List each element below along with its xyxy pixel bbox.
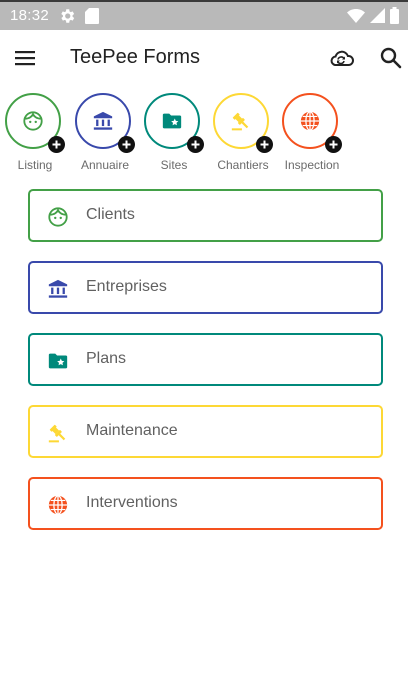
folder-star-icon	[162, 113, 182, 129]
status-bar: 18:32	[0, 0, 408, 30]
wifi-icon	[347, 8, 365, 23]
card-plans[interactable]: Plans	[28, 333, 383, 386]
add-chantiers-icon[interactable]	[256, 136, 273, 153]
bank-icon	[48, 279, 68, 298]
add-inspection-icon[interactable]	[325, 136, 342, 153]
globe-icon	[300, 111, 320, 131]
cloud-sync-icon[interactable]	[327, 45, 355, 71]
face-icon	[48, 207, 68, 227]
quick-action-label: Inspection	[284, 158, 340, 172]
sd-card-icon	[85, 8, 99, 24]
card-label: Clients	[86, 206, 135, 223]
app-bar: TeePee Forms	[0, 30, 408, 86]
add-annuaire-icon[interactable]	[118, 136, 135, 153]
add-sites-icon[interactable]	[187, 136, 204, 153]
menu-icon[interactable]	[13, 46, 37, 70]
card-maintenance[interactable]: Maintenance	[28, 405, 383, 458]
signal-icon	[370, 8, 385, 23]
folder-star-icon	[48, 353, 68, 369]
card-interventions[interactable]: Interventions	[28, 477, 383, 530]
add-listing-icon[interactable]	[48, 136, 65, 153]
status-right-icons	[347, 7, 399, 24]
card-clients[interactable]: Clients	[28, 189, 383, 242]
card-label: Entreprises	[86, 278, 167, 295]
globe-icon	[48, 495, 68, 515]
status-time: 18:32	[10, 7, 50, 24]
battery-icon	[390, 7, 399, 24]
quick-action-inspection[interactable]: Inspection	[277, 92, 347, 176]
card-label: Interventions	[86, 494, 178, 511]
face-icon	[23, 111, 43, 131]
card-label: Maintenance	[86, 422, 178, 439]
app-title: TeePee Forms	[70, 46, 201, 68]
card-entreprises[interactable]: Entreprises	[28, 261, 383, 314]
search-icon[interactable]	[378, 45, 404, 71]
gavel-icon	[231, 112, 249, 131]
quick-actions: Listing Annuaire Sites Chantiers Inspect…	[0, 92, 408, 176]
bank-icon	[93, 111, 113, 130]
settings-gear-icon	[61, 9, 75, 23]
gavel-icon	[48, 424, 66, 443]
card-label: Plans	[86, 350, 127, 367]
